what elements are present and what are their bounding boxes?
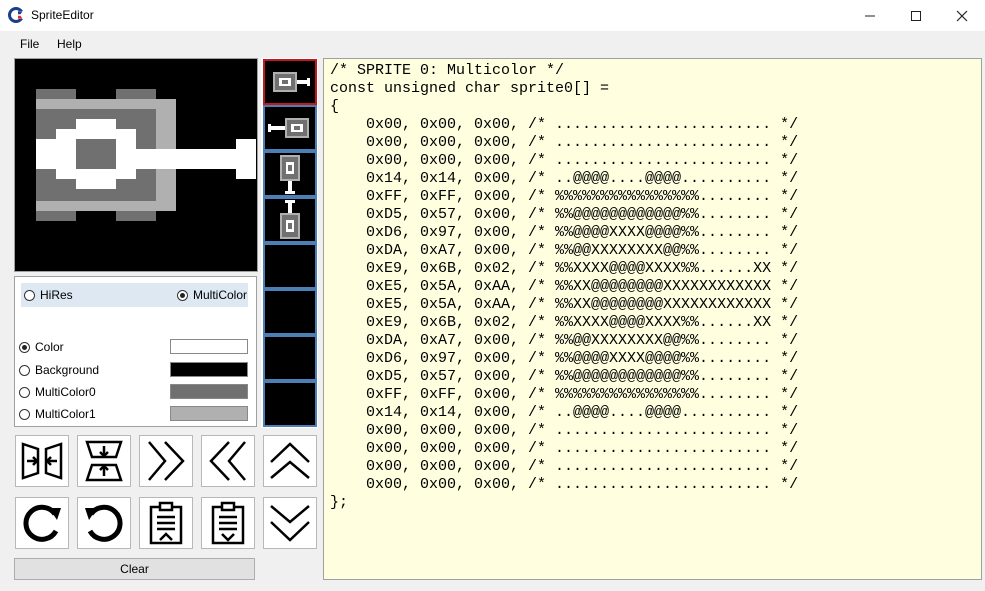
multicolor-label: MultiColor (193, 288, 248, 302)
multicolor0-label: MultiColor0 (35, 385, 96, 399)
shift-down-icon (270, 505, 310, 542)
code-line: }; (330, 494, 349, 511)
close-icon (956, 10, 968, 21)
close-button[interactable] (939, 0, 985, 31)
sprite-thumb-image (273, 72, 310, 92)
sprite-thumb-6[interactable] (263, 335, 317, 381)
multicolor0-swatch[interactable] (170, 384, 248, 399)
compress-horizontal-button[interactable] (15, 435, 69, 487)
paste-down-icon (211, 501, 245, 545)
sprite-thumb-image (268, 118, 309, 138)
rotate-counterclockwise-button[interactable] (77, 497, 131, 549)
color-label: Color (35, 340, 64, 354)
sprite-preview-image (15, 59, 257, 271)
sprite-thumb-2[interactable] (263, 151, 317, 197)
sprite-thumb-4[interactable] (263, 243, 317, 289)
rotate-cw-icon (23, 504, 61, 542)
code-line: 0xDA, 0xA7, 0x00, /* %%@@XXXXXXXX@@%%...… (330, 332, 799, 349)
code-line: 0xD6, 0x97, 0x00, /* %%@@@@XXXX@@@@%%...… (330, 350, 799, 367)
code-line: 0xD5, 0x57, 0x00, /* %%@@@@@@@@@@@@%%...… (330, 206, 799, 223)
code-line: 0x00, 0x00, 0x00, /* ...................… (330, 134, 799, 151)
code-line: const unsigned char sprite0[] = (330, 80, 610, 97)
code-line: 0x14, 0x14, 0x00, /* ..@@@@....@@@@.....… (330, 170, 799, 187)
maximize-button[interactable] (893, 0, 939, 31)
commodore-logo-icon (8, 7, 24, 23)
sprite-thumb-image (280, 200, 300, 239)
paste-down-button[interactable] (201, 497, 255, 549)
shift-right-icon (148, 441, 185, 481)
code-output[interactable]: /* SPRITE 0: Multicolor */ const unsigne… (323, 58, 982, 580)
maximize-icon (911, 10, 921, 21)
sprite-canvas[interactable] (14, 58, 258, 272)
code-line: 0xFF, 0xFF, 0x00, /* %%%%%%%%%%%%%%%%...… (330, 188, 799, 205)
sprite-thumb-3[interactable] (263, 197, 317, 243)
mode-selector: HiRes MultiColor (21, 283, 248, 307)
code-line: 0xD6, 0x97, 0x00, /* %%@@@@XXXX@@@@%%...… (330, 224, 799, 241)
shift-up-button[interactable] (263, 435, 317, 487)
code-line: { (330, 98, 340, 115)
color-panel: HiRes MultiColor Color Background MultiC… (14, 276, 257, 427)
multicolor1-label: MultiColor1 (35, 407, 96, 421)
radio-indicator (24, 289, 35, 301)
rotate-ccw-icon (85, 504, 123, 542)
sprite-thumb-image (280, 155, 300, 194)
menu-bar: File Help (0, 31, 985, 55)
code-line: 0xFF, 0xFF, 0x00, /* %%%%%%%%%%%%%%%%...… (330, 386, 799, 403)
sprite-list (261, 58, 318, 428)
code-line: 0x14, 0x14, 0x00, /* ..@@@@....@@@@.....… (330, 404, 799, 421)
title-bar: SpriteEditor (0, 0, 985, 31)
code-line: 0x00, 0x00, 0x00, /* ...................… (330, 152, 799, 169)
minimize-button[interactable] (847, 0, 893, 31)
menu-help[interactable]: Help (57, 37, 82, 51)
hires-radio[interactable]: HiRes (24, 288, 73, 302)
minimize-icon (865, 15, 875, 16)
background-label: Background (35, 363, 100, 377)
code-line: 0xE5, 0x5A, 0xAA, /* %%XX@@@@@@@@XXXXXXX… (330, 296, 799, 313)
radio-indicator (19, 408, 30, 420)
multicolor-radio[interactable]: MultiColor (177, 288, 247, 302)
radio-indicator (19, 341, 30, 353)
multicolor0-radio[interactable]: MultiColor0 (19, 385, 96, 399)
background-swatch[interactable] (170, 362, 248, 377)
code-line: /* SPRITE 0: Multicolor */ (330, 62, 565, 79)
sprite-thumb-1[interactable] (263, 105, 317, 151)
radio-indicator (19, 364, 30, 376)
compress-vertical-button[interactable] (77, 435, 131, 487)
code-line: 0x00, 0x00, 0x00, /* ...................… (330, 440, 799, 457)
shift-right-button[interactable] (139, 435, 193, 487)
code-line: 0xE5, 0x5A, 0xAA, /* %%XX@@@@@@@@XXXXXXX… (330, 278, 799, 295)
code-line: 0x00, 0x00, 0x00, /* ...................… (330, 458, 799, 475)
code-line: 0xE9, 0x6B, 0x02, /* %%XXXX@@@@XXXX%%...… (330, 314, 799, 331)
hires-label: HiRes (40, 288, 73, 302)
menu-file[interactable]: File (20, 37, 39, 51)
code-line: 0x00, 0x00, 0x00, /* ...................… (330, 116, 799, 133)
code-line: 0x00, 0x00, 0x00, /* ...................… (330, 476, 799, 493)
background-radio[interactable]: Background (19, 363, 99, 377)
code-line: 0xD5, 0x57, 0x00, /* %%@@@@@@@@@@@@%%...… (330, 368, 799, 385)
code-line: 0x00, 0x00, 0x00, /* ...................… (330, 422, 799, 439)
paste-icon (149, 501, 183, 545)
window-title: SpriteEditor (31, 8, 94, 22)
shift-left-button[interactable] (201, 435, 255, 487)
rotate-clockwise-button[interactable] (15, 497, 69, 549)
multicolor1-swatch[interactable] (170, 406, 248, 421)
multicolor1-radio[interactable]: MultiColor1 (19, 407, 96, 421)
shift-up-icon (270, 442, 310, 479)
sprite-thumb-0[interactable] (263, 59, 317, 105)
shift-down-button[interactable] (263, 497, 317, 549)
compress-horizontal-icon (21, 442, 63, 480)
clear-button[interactable]: Clear (14, 558, 255, 580)
color-radio[interactable]: Color (19, 340, 64, 354)
sprite-thumb-5[interactable] (263, 289, 317, 335)
color-swatch[interactable] (170, 339, 248, 354)
compress-vertical-icon (85, 440, 123, 482)
radio-indicator (177, 289, 188, 301)
sprite-thumb-7[interactable] (263, 381, 317, 427)
shift-left-icon (209, 441, 246, 481)
code-line: 0xE9, 0x6B, 0x02, /* %%XXXX@@@@XXXX%%...… (330, 260, 799, 277)
code-line: 0xDA, 0xA7, 0x00, /* %%@@XXXXXXXX@@%%...… (330, 242, 799, 259)
paste-button[interactable] (139, 497, 193, 549)
radio-indicator (19, 386, 30, 398)
